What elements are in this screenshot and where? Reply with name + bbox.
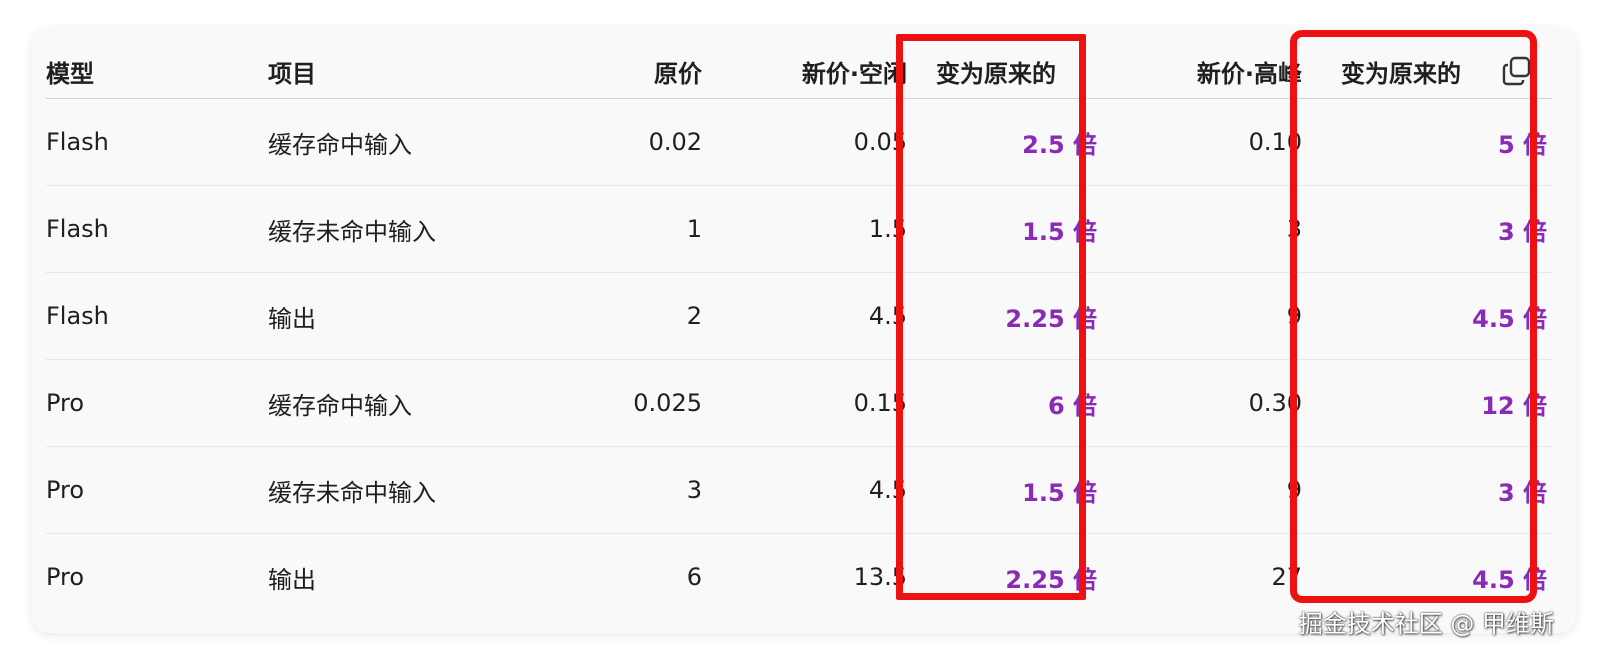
- cell-model: Flash: [46, 128, 109, 156]
- cell-item: 缓存未命中输入: [268, 478, 436, 507]
- cell-model: Pro: [46, 563, 85, 591]
- cell-original-price: 2: [686, 302, 702, 330]
- highlight-box-idle-ratio: [896, 34, 1086, 600]
- cell-model: Pro: [46, 476, 85, 504]
- header-new-price-idle: 新价·空闲: [801, 59, 907, 88]
- cell-item: 输出: [268, 565, 316, 594]
- cell-original-price: 1: [686, 215, 702, 243]
- header-new-price-peak: 新价·高峰: [1196, 59, 1302, 88]
- highlight-box-peak-ratio: [1290, 30, 1537, 603]
- header-model: 模型: [46, 59, 94, 88]
- watermark: 掘金技术社区 @ 甲维斯: [1298, 610, 1554, 638]
- cell-item: 缓存未命中输入: [268, 217, 436, 246]
- header-item: 项目: [268, 59, 316, 88]
- cell-original-price: 3: [686, 476, 702, 504]
- cell-item: 缓存命中输入: [268, 130, 412, 159]
- cell-model: Pro: [46, 389, 85, 417]
- cell-original-price: 6: [686, 563, 702, 591]
- cell-model: Flash: [46, 302, 109, 330]
- cell-item: 缓存命中输入: [268, 391, 412, 420]
- cell-original-price: 0.02: [648, 128, 702, 156]
- cell-original-price: 0.025: [633, 389, 702, 417]
- cell-model: Flash: [46, 215, 109, 243]
- header-original-price: 原价: [654, 59, 702, 88]
- cell-item: 输出: [268, 304, 316, 333]
